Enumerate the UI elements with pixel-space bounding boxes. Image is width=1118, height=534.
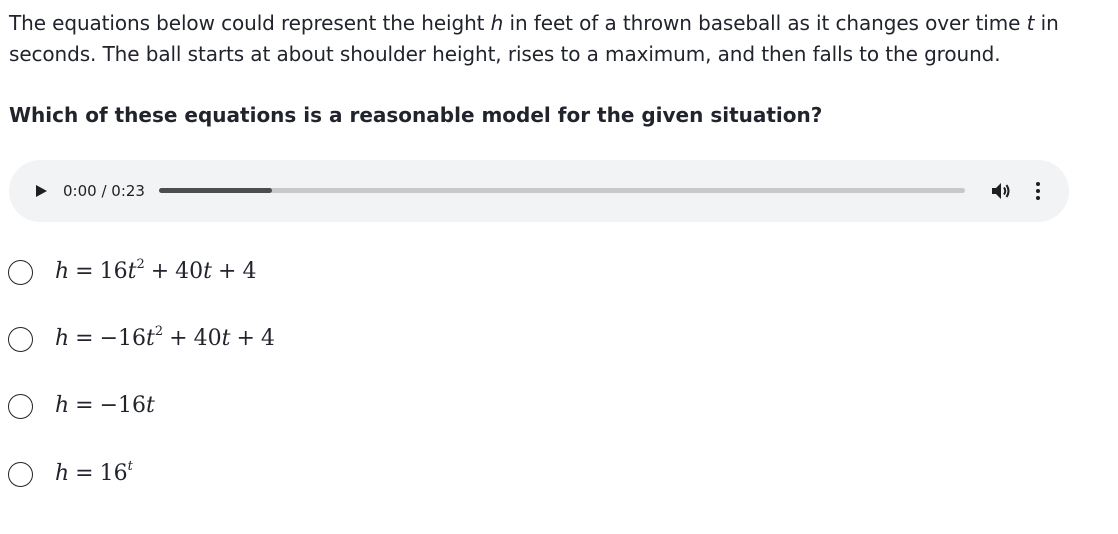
equation: h = −16t — [55, 393, 155, 418]
variable-h: h — [490, 11, 504, 35]
audio-player: 0:00 / 0:23 — [9, 160, 1069, 222]
term: 16 — [99, 461, 128, 486]
term: −16t — [99, 393, 155, 418]
term: 40t — [175, 259, 213, 284]
equation: h = 16t2 +40t +4 — [55, 256, 257, 284]
term: 40t — [193, 326, 231, 351]
variable-t: t — [203, 259, 213, 284]
term: −16t — [99, 326, 155, 351]
question-text: Which of these equations is a reasonable… — [9, 103, 823, 127]
radio-button[interactable] — [8, 327, 33, 352]
variable-t: t — [146, 326, 155, 351]
prompt-line1-before: The equations below could represent the … — [9, 11, 485, 35]
play-icon — [36, 185, 47, 197]
progress-fill — [159, 188, 272, 193]
radio-button[interactable] — [8, 394, 33, 419]
progress-slider[interactable] — [159, 188, 965, 193]
term: 4 — [242, 259, 257, 284]
prompt-line1-after: in — [1040, 11, 1059, 35]
play-button[interactable] — [32, 182, 50, 200]
variable-t: t — [221, 326, 231, 351]
more-vertical-icon — [1036, 182, 1040, 200]
radio-button[interactable] — [8, 260, 33, 285]
term: 4 — [260, 326, 275, 351]
prompt-text: The equations below could represent the … — [9, 8, 1069, 70]
equation: h = 16t — [55, 458, 133, 486]
prompt-line1-mid: in feet of a thrown baseball as it chang… — [509, 11, 1021, 35]
time-display: 0:00 / 0:23 — [63, 182, 145, 200]
variable-t: t — [146, 393, 155, 418]
equation: h = −16t2 +40t +4 — [55, 323, 275, 351]
radio-button[interactable] — [8, 462, 33, 487]
more-options-button[interactable] — [1029, 180, 1047, 202]
variable-t: t — [1026, 11, 1035, 35]
term: 16t — [99, 259, 137, 284]
volume-button[interactable] — [989, 180, 1013, 202]
volume-icon — [992, 183, 1010, 199]
prompt-line2: seconds. The ball starts at about should… — [9, 42, 1001, 66]
